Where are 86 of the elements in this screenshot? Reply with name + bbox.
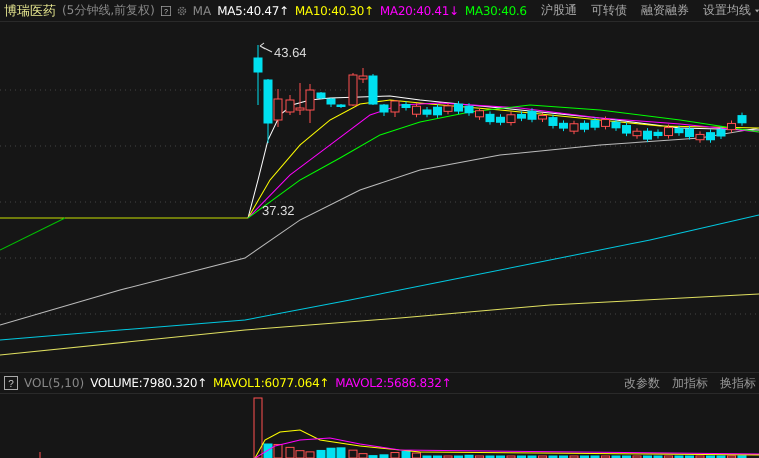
candlestick xyxy=(538,112,547,123)
menu-item[interactable]: 融资融券 xyxy=(640,2,689,19)
candlestick xyxy=(727,120,736,134)
candlestick xyxy=(632,128,642,140)
candlestick xyxy=(306,84,314,124)
volume-bar xyxy=(559,456,568,458)
volume-bar xyxy=(336,447,346,458)
volume-bar xyxy=(548,456,558,458)
ma-value: MA10:40.30↑ xyxy=(294,4,374,18)
ma-value: MA5:40.47↑ xyxy=(217,4,289,18)
candlestick xyxy=(664,124,673,140)
period-label: (5分钟线,前复权) xyxy=(62,2,155,19)
indicator-button[interactable]: 改参数 xyxy=(621,374,663,392)
volume-bar xyxy=(422,456,432,458)
stock-name: 博瑞医药 xyxy=(4,2,56,20)
volume-bar xyxy=(580,456,589,458)
volume-bar xyxy=(402,450,410,458)
indicator-button[interactable]: 加指标 xyxy=(669,374,711,392)
menu-item[interactable]: 设置均线 xyxy=(702,2,751,19)
volume-bar xyxy=(316,450,326,458)
candlestick xyxy=(496,114,505,126)
candlestick xyxy=(685,125,694,140)
volume-value: MAVOL2:5686.832↑ xyxy=(335,376,452,390)
candlestick xyxy=(738,112,746,126)
candlestick xyxy=(706,129,715,144)
candlestick xyxy=(486,110,494,126)
candlestick xyxy=(580,120,589,133)
candlestick xyxy=(528,108,536,123)
volume-bar xyxy=(528,456,536,458)
candlestick xyxy=(612,118,620,132)
high-price-label: 43.64 xyxy=(274,45,307,60)
candlestick xyxy=(464,102,474,116)
candlestick xyxy=(517,110,526,122)
candlestick xyxy=(570,120,578,135)
candlestick xyxy=(402,101,410,111)
low-price-label: 37.32 xyxy=(262,203,295,218)
candlestick xyxy=(454,100,463,115)
candlestick xyxy=(716,126,726,140)
menu-item[interactable]: 沪股通 xyxy=(540,2,577,19)
candlestick xyxy=(380,104,388,116)
volume-bar xyxy=(674,456,684,458)
volume-bar xyxy=(486,456,494,458)
candlestick xyxy=(433,104,442,118)
volume-bar xyxy=(612,456,620,458)
candlestick xyxy=(506,111,516,126)
candlestick xyxy=(444,102,452,115)
candlestick xyxy=(390,100,400,118)
volume-bar xyxy=(643,456,652,458)
volume-bar xyxy=(454,456,463,458)
volume-bar xyxy=(685,456,694,458)
volume-value: VOLUME:7980.320↑ xyxy=(90,376,208,390)
candlestick xyxy=(674,125,684,136)
volume-bar xyxy=(326,448,336,458)
volume-bar xyxy=(716,456,726,458)
help-icon[interactable]: ? xyxy=(4,376,18,390)
volume-bar xyxy=(654,456,662,458)
volume-bar xyxy=(738,456,746,458)
volume-label: VOL(5,10) xyxy=(24,376,84,390)
ma-value: MA20:40.41↓ xyxy=(380,4,459,18)
candlestick xyxy=(622,122,631,137)
volume-bar xyxy=(706,456,715,458)
candlestick xyxy=(696,130,704,144)
ma-value: MA30:40.6 xyxy=(464,4,527,18)
ma-label: MA xyxy=(192,4,212,18)
volume-bar xyxy=(380,454,388,458)
candlestick xyxy=(548,114,558,129)
volume-bar xyxy=(496,456,505,458)
volume-bar xyxy=(464,454,474,458)
candlestick xyxy=(654,128,662,140)
volume-bar xyxy=(433,456,442,458)
candlestick xyxy=(601,116,610,130)
volume-bar xyxy=(622,456,631,458)
candlestick xyxy=(590,117,600,131)
menu-item[interactable]: 可转债 xyxy=(590,2,627,19)
candlestick xyxy=(254,44,262,106)
indicator-button[interactable]: 换指标 xyxy=(717,374,759,392)
caret-icon xyxy=(754,8,759,12)
candlestick xyxy=(559,120,568,132)
candlestick xyxy=(422,106,432,118)
pointer-arrow-icon xyxy=(260,42,272,52)
volume-bar xyxy=(590,456,600,458)
candlestick xyxy=(475,107,484,120)
volume-bar xyxy=(517,456,526,458)
candlestick xyxy=(643,128,652,143)
candlestick xyxy=(412,102,421,118)
volume-value: MAVOL1:6077.064↑ xyxy=(213,376,330,390)
